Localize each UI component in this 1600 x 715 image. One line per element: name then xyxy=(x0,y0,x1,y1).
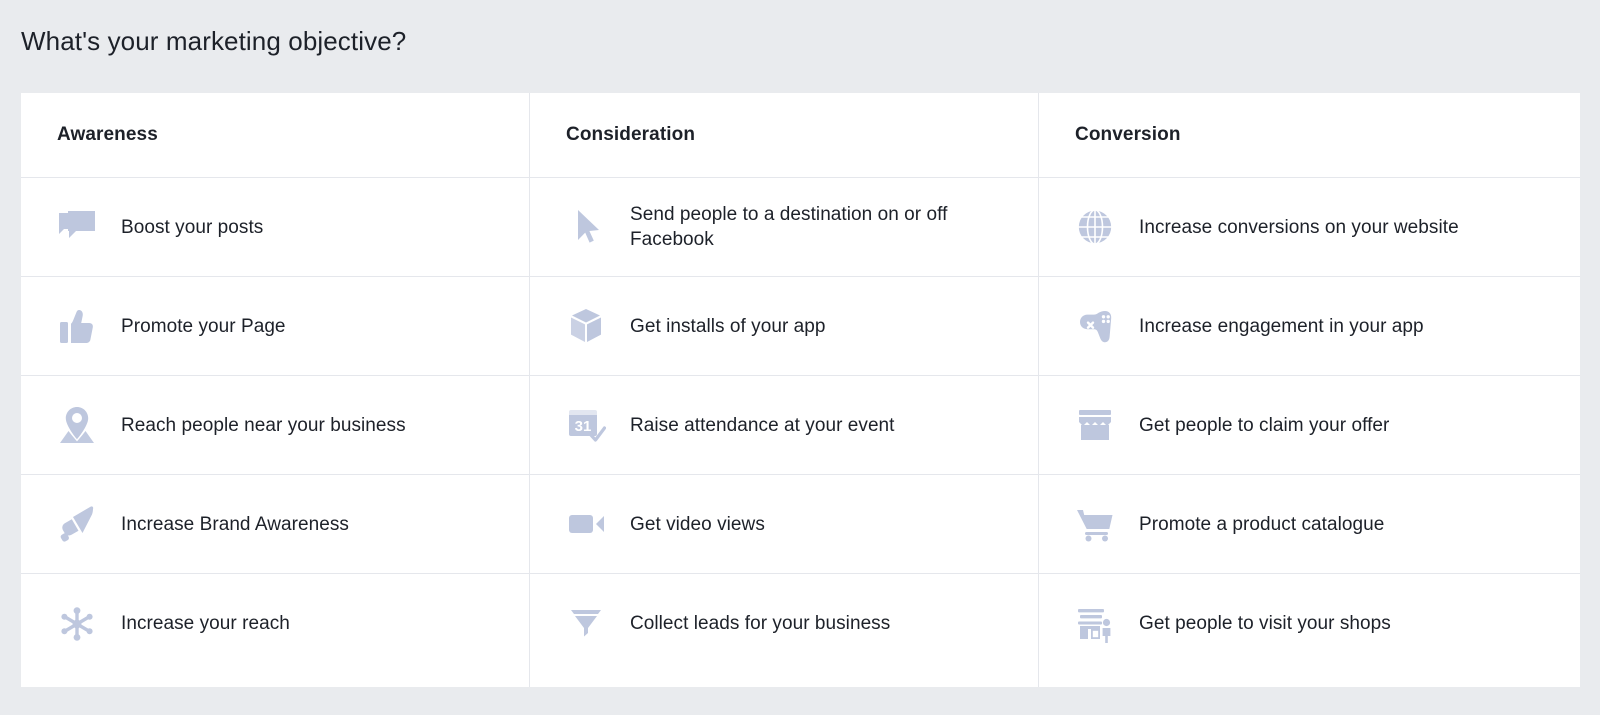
objective-row-promote-a-product-catalogue[interactable]: Promote a product catalogue xyxy=(1039,475,1580,574)
objective-row-promote-your-page[interactable]: Promote your Page xyxy=(21,277,529,376)
page-title: What's your marketing objective? xyxy=(21,24,406,58)
globe-icon xyxy=(1075,204,1121,250)
objective-row-collect-leads-for-your-business[interactable]: Collect leads for your business xyxy=(530,574,1038,673)
column-header-awareness: Awareness xyxy=(21,93,529,178)
objective-card: Awareness Boost your posts xyxy=(21,93,1580,687)
cube-box-icon xyxy=(566,303,612,349)
thumbs-up-icon xyxy=(57,303,103,349)
objective-row-get-people-to-visit-your-shops[interactable]: Get people to visit your shops xyxy=(1039,574,1580,673)
objective-row-get-video-views[interactable]: Get video views xyxy=(530,475,1038,574)
game-controller-icon xyxy=(1075,303,1121,349)
column-header-label: Conversion xyxy=(1075,124,1181,146)
calendar-check-icon: 31 xyxy=(566,402,612,448)
column-header-label: Awareness xyxy=(57,124,158,146)
shop-visitor-icon xyxy=(1075,601,1121,647)
objective-label: Reach people near your business xyxy=(103,413,406,438)
objective-label: Collect leads for your business xyxy=(612,611,890,636)
objective-label: Get video views xyxy=(612,512,765,537)
objective-label: Raise attendance at your event xyxy=(612,413,895,438)
objective-row-increase-conversions-on-your-website[interactable]: Increase conversions on your website xyxy=(1039,178,1580,277)
objective-column-consideration: Consideration Send people to a destinati… xyxy=(530,93,1039,687)
objective-label: Boost your posts xyxy=(103,215,263,240)
marketing-objective-page: What's your marketing objective? Awarene… xyxy=(0,0,1600,715)
objective-label: Get installs of your app xyxy=(612,314,826,339)
objective-label: Get people to claim your offer xyxy=(1121,413,1389,438)
cursor-arrow-icon xyxy=(566,204,612,250)
column-header-conversion: Conversion xyxy=(1039,93,1580,178)
column-header-consideration: Consideration xyxy=(530,93,1038,178)
map-pin-icon xyxy=(57,402,103,448)
objective-row-boost-your-posts[interactable]: Boost your posts xyxy=(21,178,529,277)
column-header-label: Consideration xyxy=(566,124,695,146)
objective-row-increase-your-reach[interactable]: Increase your reach xyxy=(21,574,529,673)
objective-row-increase-brand-awareness[interactable]: Increase Brand Awareness xyxy=(21,475,529,574)
speech-bubbles-icon xyxy=(57,204,103,250)
video-camera-icon xyxy=(566,501,612,547)
objective-row-increase-engagement-in-your-app[interactable]: Increase engagement in your app xyxy=(1039,277,1580,376)
objective-label: Increase Brand Awareness xyxy=(103,512,349,537)
storefront-icon xyxy=(1075,402,1121,448)
objective-label: Promote a product catalogue xyxy=(1121,512,1384,537)
objective-label: Increase conversions on your website xyxy=(1121,215,1459,240)
objective-label: Increase engagement in your app xyxy=(1121,314,1424,339)
network-hub-icon xyxy=(57,601,103,647)
objective-row-get-installs-of-your-app[interactable]: Get installs of your app xyxy=(530,277,1038,376)
calendar-day-number: 31 xyxy=(575,418,592,435)
objective-column-awareness: Awareness Boost your posts xyxy=(21,93,530,687)
objective-label: Increase your reach xyxy=(103,611,290,636)
objective-column-conversion: Conversion xyxy=(1039,93,1580,687)
objective-row-reach-people-near-your-business[interactable]: Reach people near your business xyxy=(21,376,529,475)
objective-row-get-people-to-claim-your-offer[interactable]: Get people to claim your offer xyxy=(1039,376,1580,475)
objective-row-send-people-to-a-destination[interactable]: Send people to a destination on or off F… xyxy=(530,178,1038,277)
shopping-cart-icon xyxy=(1075,501,1121,547)
objective-label: Send people to a destination on or off F… xyxy=(612,202,1020,252)
objective-label: Get people to visit your shops xyxy=(1121,611,1391,636)
megaphone-icon xyxy=(57,501,103,547)
objective-row-raise-attendance-at-your-event[interactable]: 31 Raise attendance at your event xyxy=(530,376,1038,475)
objective-label: Promote your Page xyxy=(103,314,286,339)
funnel-icon xyxy=(566,601,612,647)
